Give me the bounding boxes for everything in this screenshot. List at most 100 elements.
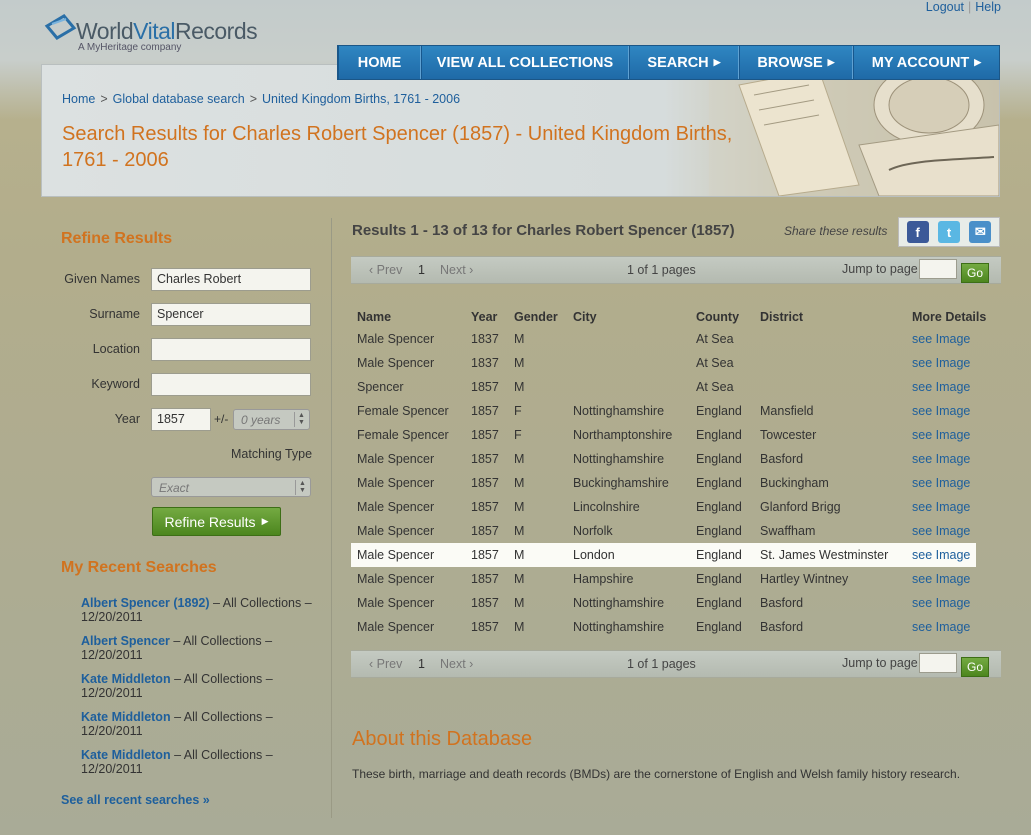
cell-city: Nottinghamshire [573,452,665,466]
cell-gender: M [514,620,525,634]
logout-link[interactable]: Logout [926,0,964,14]
plus-minus-label: +/- [214,412,229,426]
cell-district: Glanford Brigg [760,500,841,514]
cell-name: Male Spencer [357,500,435,514]
see-image-link[interactable]: see Image [912,356,970,370]
see-image-link[interactable]: see Image [912,452,970,466]
twitter-icon[interactable]: t [937,221,960,243]
nav-view-all-collections[interactable]: VIEW ALL COLLECTIONS [421,46,629,79]
cell-year: 1857 [471,476,499,490]
keyword-input[interactable] [151,373,311,396]
cell-county: At Sea [696,332,734,346]
breadcrumb-global-search[interactable]: Global database search [113,92,245,106]
prev-page-link[interactable]: ‹ Prev [369,657,402,671]
cell-year: 1837 [471,332,499,346]
table-row: Male Spencer 1857 M Nottinghamshire England B… [351,615,1001,639]
cell-gender: M [514,524,525,538]
year-range-select[interactable]: 0 years ▲ ▼ [233,409,310,430]
year-input[interactable]: 1857 [151,408,211,431]
cell-gender: M [514,572,525,586]
cell-gender: M [514,476,525,490]
nav-browse[interactable]: BROWSE ▶ [739,46,853,79]
help-link[interactable]: Help [975,0,1001,14]
recent-search-link[interactable]: Albert Spencer [81,634,170,648]
cell-district: Basford [760,452,804,466]
keyword-label: Keyword [91,377,140,391]
recent-search-item: Albert Spencer – All Collections –12/20/… [81,634,273,662]
matching-type-select[interactable]: Exact ▲ ▼ [151,477,311,497]
cell-district: Basford [760,620,804,634]
see-image-link[interactable]: see Image [912,620,970,634]
recent-search-item: Kate Middleton – All Collections –12/20/… [81,672,273,700]
nav-home[interactable]: HOME [338,46,421,79]
col-header-name: Name [357,310,392,324]
see-image-link[interactable]: see Image [912,500,970,514]
refine-results-button[interactable]: Refine Results ▶ [152,507,281,536]
col-header-more-details: More Details [912,310,987,324]
table-header: Name Year Gender City County District Mo… [351,305,1001,327]
select-arrows-icon: ▲ ▼ [294,412,306,427]
next-page-link[interactable]: Next › [440,657,473,671]
page-count: 1 of 1 pages [627,263,696,277]
cell-gender: M [514,356,525,370]
recent-search-item: Kate Middleton – All Collections –12/20/… [81,710,273,738]
recent-search-link[interactable]: Kate Middleton [81,672,171,686]
site-logo[interactable]: WorldVitalRecords A MyHeritage company [44,6,274,54]
recent-search-link[interactable]: Albert Spencer (1892) [81,596,210,610]
jump-to-page-input[interactable] [919,259,957,279]
col-header-city: City [573,310,597,324]
logo-text: WorldVitalRecords [76,18,258,44]
email-icon[interactable]: ✉ [969,221,992,243]
table-row: Male Spencer 1857 M London England St. James … [351,543,976,567]
nav-search[interactable]: SEARCH ▶ [629,46,739,79]
location-row: Location [0,338,320,362]
recent-search-link[interactable]: Kate Middleton [81,710,171,724]
page-title: Search Results for Charles Robert Spence… [62,123,733,171]
given-names-input[interactable]: Charles Robert [151,268,311,291]
see-image-link[interactable]: see Image [912,572,970,586]
breadcrumb-home[interactable]: Home [62,92,95,106]
cell-year: 1857 [471,548,499,562]
col-header-district: District [760,310,804,324]
jump-to-page-input[interactable] [919,653,957,673]
facebook-icon[interactable]: f [906,221,929,243]
see-image-link[interactable]: see Image [912,596,970,610]
see-image-link[interactable]: see Image [912,548,970,562]
see-all-recent-searches-link[interactable]: See all recent searches » [61,793,210,807]
go-button[interactable]: Go [961,263,989,283]
given-names-label: Given Names [64,272,140,286]
breadcrumb-current[interactable]: United Kingdom Births, 1761 - 2006 [262,92,460,106]
see-image-link[interactable]: see Image [912,476,970,490]
refine-arrow-icon: ▶ [261,516,269,526]
see-image-link[interactable]: see Image [912,524,970,538]
cell-year: 1857 [471,404,499,418]
cell-name: Male Spencer [357,476,435,490]
prev-page-link[interactable]: ‹ Prev [369,263,402,277]
cell-district: Basford [760,596,804,610]
see-image-link[interactable]: see Image [912,380,970,394]
next-page-link[interactable]: Next › [440,263,473,277]
recent-search-link[interactable]: Kate Middleton [81,748,171,762]
nav-browse-arrow-icon: ▶ [827,57,835,67]
table-row: Male Spencer 1857 M Buckinghamshire England B… [351,471,1001,495]
see-image-link[interactable]: see Image [912,404,970,418]
cell-name: Female Spencer [357,428,449,442]
jump-to-page-label: Jump to page [842,262,918,276]
cell-gender: M [514,548,525,562]
cell-year: 1857 [471,452,499,466]
cell-name: Male Spencer [357,596,435,610]
recent-searches-heading: My Recent Searches [61,559,217,576]
location-input[interactable] [151,338,311,361]
cell-county: At Sea [696,380,734,394]
see-image-link[interactable]: see Image [912,428,970,442]
table-row: Male Spencer 1857 M Nottinghamshire England B… [351,447,1001,471]
see-image-link[interactable]: see Image [912,332,970,346]
page-count: 1 of 1 pages [627,657,696,671]
cell-gender: M [514,596,525,610]
nav-my-account[interactable]: MY ACCOUNT ▶ [853,46,999,79]
select-arrows-icon: ▲ ▼ [295,480,307,495]
cell-year: 1857 [471,572,499,586]
surname-input[interactable]: Spencer [151,303,311,326]
go-button[interactable]: Go [961,657,989,677]
cell-district: Towcester [760,428,817,442]
